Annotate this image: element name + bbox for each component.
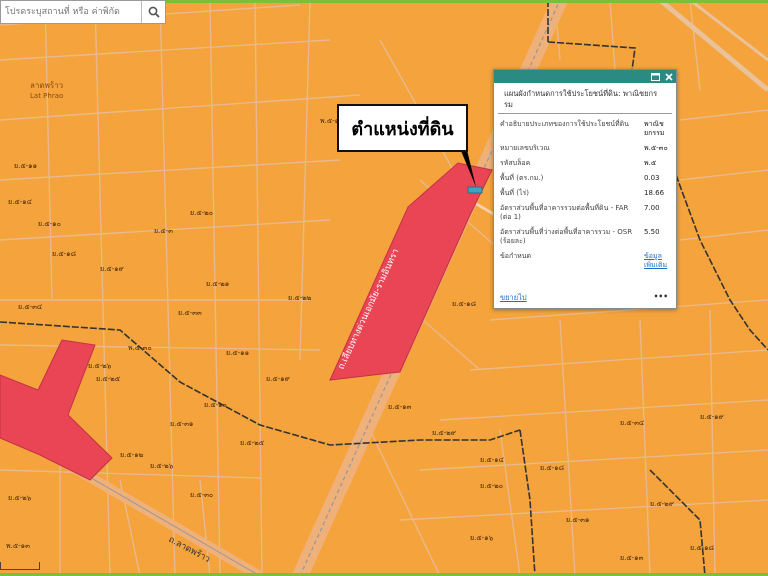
search-box	[0, 0, 166, 24]
zone-label: ย.๕-๓๔	[18, 303, 42, 311]
zone-label: ย.๕-๑๑	[226, 349, 249, 357]
attribute-key: ข้อกำหนด	[500, 252, 532, 260]
attribute-row: พื้นที่ (ไร่) 18.66	[498, 186, 672, 201]
land-location-callout: ตำแหน่งที่ดิน	[337, 104, 468, 152]
zone-label: ย.๕-๑๓	[388, 403, 412, 411]
attribute-row: หมายเลขบริเวณ พ.๕-๓๐	[498, 141, 672, 156]
zone-label: ย.๕-๒๖	[150, 462, 174, 470]
place-label-lat-phrao: ลาดพร้าว	[30, 81, 63, 90]
land-position-marker[interactable]	[467, 186, 483, 194]
zone-label: ย.๕-๑๘	[52, 250, 76, 258]
zone-label: ย.๕-๓๔	[620, 419, 644, 427]
search-input[interactable]	[1, 2, 142, 22]
zone-label: ย.๕-๒๕	[240, 439, 264, 447]
attribute-value: 0.03	[644, 174, 660, 182]
attribute-row: รหัสบล็อค พ.๕	[498, 156, 672, 171]
place-label-lat-phrao-en: Lat Phrao	[30, 92, 63, 100]
zone-label: ย.๕-๑๙	[100, 265, 124, 273]
zone-label: ย.๕-๓๑	[170, 420, 193, 428]
zone-label: ย.๕-๒๖	[8, 494, 32, 502]
zone-label: พ.๕-๓๐	[128, 344, 152, 352]
zone-label: ย.๕-๒๖	[88, 362, 112, 370]
attribute-key: หมายเลขบริเวณ	[500, 144, 550, 152]
zone-label: ย.๕-๒๕	[96, 375, 120, 383]
zone-label: ย.๕-๑๘	[540, 464, 564, 472]
callout-text: ตำแหน่งที่ดิน	[351, 118, 454, 140]
zone-label: ย.๕-๑๘	[690, 544, 714, 552]
scale-bar	[0, 562, 40, 570]
zone-label: ย.๕-๑๑	[14, 162, 37, 170]
zone-label: ย.๕-๑๔	[480, 456, 504, 464]
popup-attribute-table: คำอธิบายประเภทของการใช้ประโยชน์ที่ดิน พาณ…	[498, 117, 672, 273]
attribute-value: พ.๕-๓๐	[644, 144, 668, 152]
zone-label: ย.๕-๑๒	[120, 451, 144, 459]
zone-label: พ.๕-๑๓	[6, 542, 30, 550]
attribute-key: คำอธิบายประเภทของการใช้ประโยชน์ที่ดิน	[500, 120, 629, 128]
zone-label: ย.๕-๒๒	[288, 294, 312, 302]
attribute-row: อัตราส่วนพื้นที่ว่างต่อพื้นที่อาคารรวม -…	[498, 225, 672, 249]
zone-label: ย.๕-๒๑	[206, 280, 229, 288]
attribute-key: พื้นที่ (ตร.กม.)	[500, 174, 544, 182]
zone-label: ย.๕-๑๖	[470, 534, 494, 542]
zone-label: ย.๕-๑๔	[8, 198, 32, 206]
search-button[interactable]	[141, 1, 165, 23]
popup-title: แผนผังกำหนดการใช้ประโยชน์ที่ดิน: พาณิชยก…	[498, 83, 672, 114]
zone-label: ย.๕-๑๓	[620, 554, 644, 562]
attribute-row: ข้อกำหนด ข้อมูลเพิ่มเติม	[498, 249, 672, 273]
zone-label: ย.๕-๑๙	[266, 375, 290, 383]
zone-label: ย.๕-๓๐	[190, 491, 213, 499]
attribute-row: พื้นที่ (ตร.กม.) 0.03	[498, 171, 672, 186]
zone-label: ย.๕-๒๙	[432, 429, 456, 437]
top-accent-bar	[166, 0, 768, 3]
zone-label: ย.๕-๑๐	[38, 220, 61, 228]
zoom-to-link[interactable]: ขยายไป	[500, 292, 527, 304]
zone-label: ย.๕-๓	[154, 227, 173, 235]
zone-label: ย.๕-๓๑	[566, 516, 589, 524]
search-icon	[148, 6, 160, 18]
attribute-value: 7.00	[644, 204, 660, 212]
attribute-value: พาณิชยกรรม	[644, 120, 665, 137]
attribute-key: รหัสบล็อค	[500, 159, 531, 167]
more-options-button[interactable]: •••	[654, 292, 668, 304]
popup-header	[494, 70, 676, 83]
attribute-row: อัตราส่วนพื้นที่อาคารรวมต่อพื้นที่ดิน - …	[498, 201, 672, 225]
popup-footer: ขยายไป •••	[500, 292, 668, 304]
attribute-key: อัตราส่วนพื้นที่อาคารรวมต่อพื้นที่ดิน - …	[500, 204, 629, 221]
info-popup: แผนผังกำหนดการใช้ประโยชน์ที่ดิน: พาณิชยก…	[493, 69, 677, 309]
zone-label: ย.๕-๑๘	[452, 300, 476, 308]
attribute-value: พ.๕	[644, 159, 657, 167]
more-info-link[interactable]: ข้อมูลเพิ่มเติม	[644, 252, 670, 270]
close-icon[interactable]	[665, 72, 673, 81]
attribute-key: อัตราส่วนพื้นที่ว่างต่อพื้นที่อาคารรวม -…	[500, 228, 633, 245]
attribute-value: 5.50	[644, 228, 660, 236]
attribute-value: 18.66	[644, 189, 665, 197]
attribute-key: พื้นที่ (ไร่)	[500, 189, 529, 197]
zone-label: ย.๕-๓๓	[178, 309, 202, 317]
zone-label: ย.๕-๒๙	[650, 500, 674, 508]
zone-label: ย.๕-๒๐	[190, 209, 213, 217]
maximize-icon[interactable]	[651, 72, 660, 81]
zone-label: ย.๕-๑๐	[204, 401, 227, 409]
zone-label: ย.๕-๒๐	[480, 482, 503, 490]
attribute-row: คำอธิบายประเภทของการใช้ประโยชน์ที่ดิน พาณ…	[498, 117, 672, 141]
zone-label: ย.๕-๑๙	[700, 413, 724, 421]
